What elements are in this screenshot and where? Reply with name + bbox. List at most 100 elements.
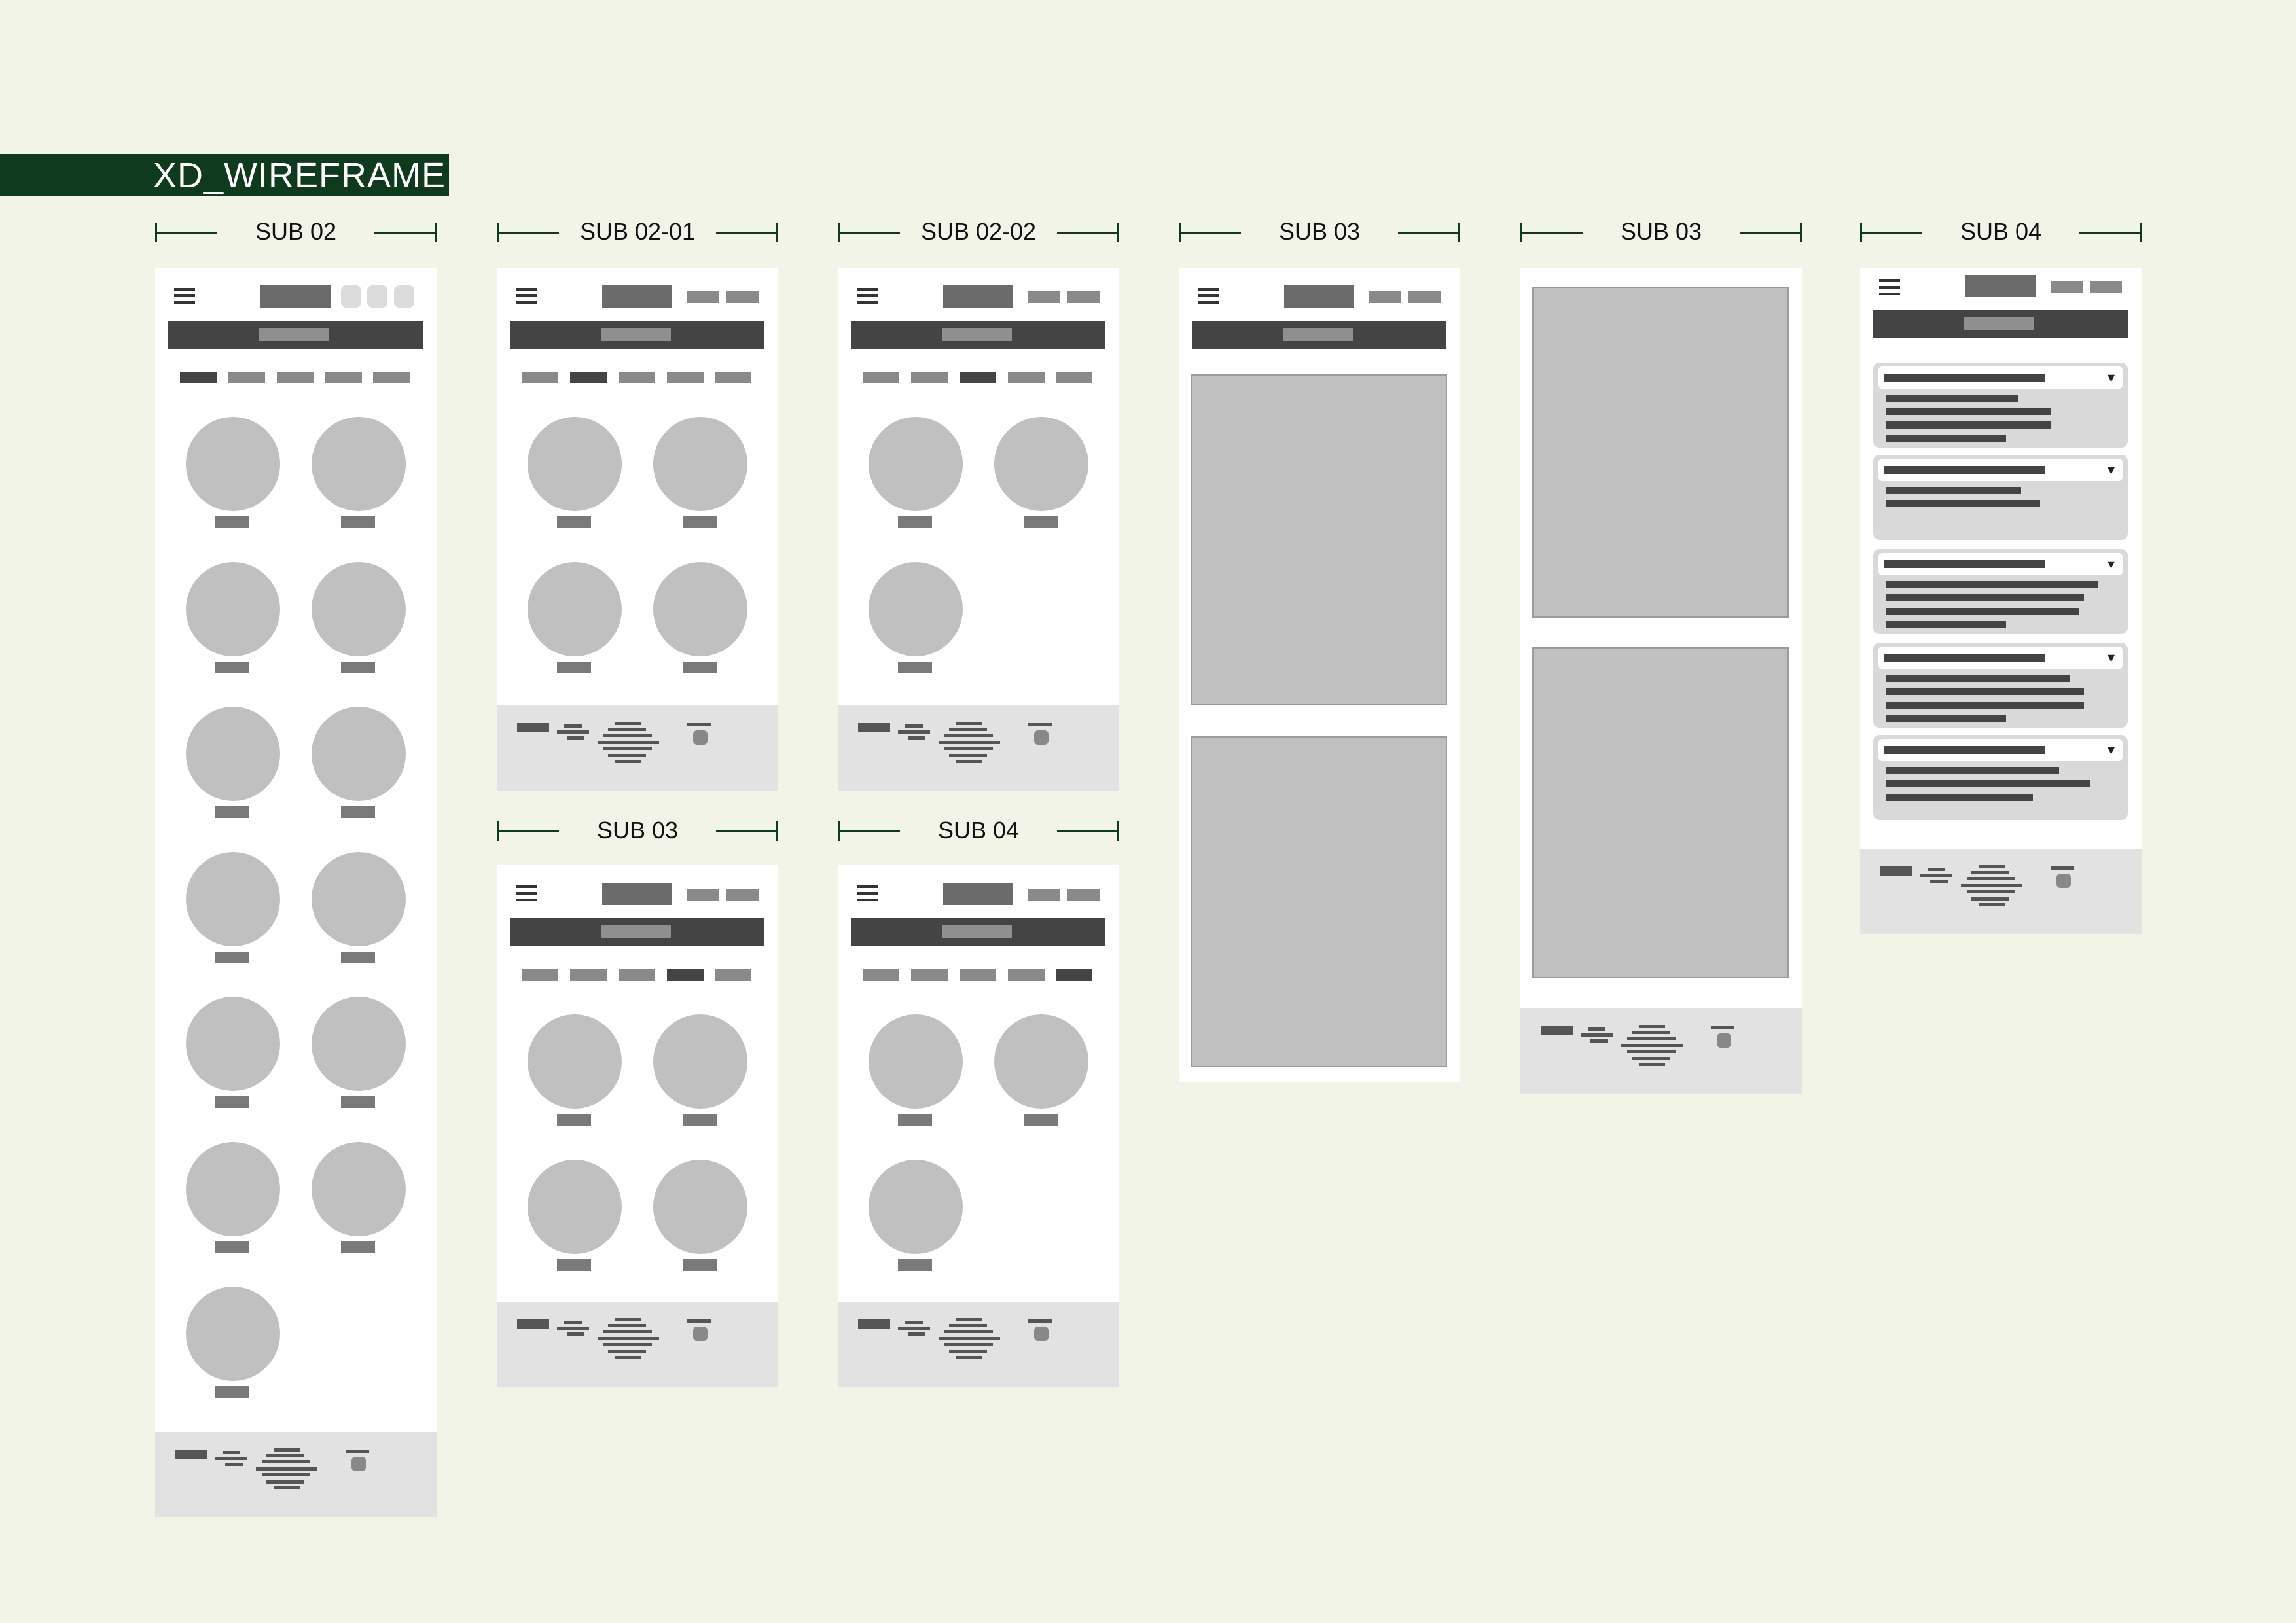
tab-2[interactable]	[570, 969, 607, 981]
accordion-item[interactable]: ▾	[1873, 549, 2128, 634]
gallery-thumbnail[interactable]	[994, 1014, 1088, 1109]
gallery-thumbnail[interactable]	[994, 417, 1088, 511]
tab-2[interactable]	[228, 372, 265, 383]
chevron-down-icon[interactable]: ▾	[2108, 460, 2115, 480]
tab-4[interactable]	[667, 969, 704, 981]
header-link[interactable]	[687, 889, 719, 901]
social-icon[interactable]	[1034, 1327, 1049, 1341]
header-link[interactable]	[1028, 889, 1060, 901]
gallery-thumbnail[interactable]	[186, 997, 280, 1091]
footer-link[interactable]	[564, 724, 582, 728]
gallery-thumbnail[interactable]	[653, 562, 747, 656]
footer-link[interactable]	[1588, 1027, 1605, 1031]
gallery-thumbnail[interactable]	[653, 417, 747, 511]
chevron-down-icon[interactable]: ▾	[2108, 554, 2115, 574]
footer-logo[interactable]	[1880, 866, 1912, 876]
footer-link[interactable]	[905, 724, 923, 728]
gallery-thumbnail[interactable]	[312, 562, 406, 656]
hamburger-icon[interactable]	[857, 288, 878, 304]
footer-link[interactable]	[898, 1327, 930, 1330]
gallery-thumbnail[interactable]	[653, 1014, 747, 1109]
header-link[interactable]	[1028, 291, 1060, 303]
gallery-thumbnail[interactable]	[186, 417, 280, 511]
chevron-down-icon[interactable]: ▾	[2108, 368, 2115, 387]
gallery-thumbnail[interactable]	[528, 1160, 622, 1254]
tab-5[interactable]	[373, 372, 410, 383]
tab-5[interactable]	[1056, 372, 1092, 383]
gallery-thumbnail[interactable]	[528, 1014, 622, 1109]
logo-placeholder[interactable]	[602, 285, 672, 308]
accordion-header[interactable]: ▾	[1878, 366, 2123, 389]
gallery-thumbnail[interactable]	[186, 1287, 280, 1381]
gallery-thumbnail[interactable]	[528, 417, 622, 511]
header-icon-button[interactable]	[367, 285, 387, 308]
footer-link[interactable]	[225, 1463, 243, 1466]
logo-placeholder[interactable]	[1284, 285, 1354, 308]
gallery-thumbnail[interactable]	[869, 1014, 963, 1109]
tab-1[interactable]	[522, 969, 558, 981]
footer-logo[interactable]	[175, 1450, 207, 1459]
header-link[interactable]	[1067, 889, 1100, 901]
footer-link[interactable]	[557, 730, 589, 734]
header-link[interactable]	[726, 889, 759, 901]
accordion-item[interactable]: ▾	[1873, 455, 2128, 540]
footer-link[interactable]	[1590, 1039, 1608, 1043]
tab-4[interactable]	[667, 372, 704, 383]
tab-3[interactable]	[619, 969, 655, 981]
footer-link[interactable]	[564, 1321, 582, 1324]
footer-link[interactable]	[908, 736, 925, 740]
accordion-item[interactable]: ▾	[1873, 735, 2128, 820]
gallery-thumbnail[interactable]	[186, 1142, 280, 1236]
tab-3[interactable]	[960, 372, 996, 383]
gallery-thumbnail[interactable]	[528, 562, 622, 656]
tab-5[interactable]	[715, 372, 751, 383]
footer-link[interactable]	[567, 736, 584, 740]
accordion-header[interactable]: ▾	[1878, 739, 2123, 761]
hamburger-icon[interactable]	[857, 885, 878, 901]
social-icon[interactable]	[693, 730, 708, 745]
gallery-thumbnail[interactable]	[312, 1142, 406, 1236]
hamburger-icon[interactable]	[1198, 288, 1219, 304]
footer-link[interactable]	[908, 1332, 925, 1336]
footer-link[interactable]	[1930, 880, 1948, 883]
social-icon[interactable]	[1717, 1033, 1731, 1048]
accordion-item[interactable]: ▾	[1873, 643, 2128, 728]
hamburger-icon[interactable]	[1879, 279, 1900, 295]
tab-2[interactable]	[911, 969, 948, 981]
logo-placeholder[interactable]	[943, 883, 1013, 905]
footer-link[interactable]	[1581, 1033, 1613, 1037]
footer-link[interactable]	[898, 730, 930, 734]
accordion-header[interactable]: ▾	[1878, 647, 2123, 669]
logo-placeholder[interactable]	[602, 883, 672, 905]
tab-3[interactable]	[277, 372, 314, 383]
social-icon[interactable]	[1034, 730, 1049, 745]
header-link[interactable]	[1369, 291, 1401, 303]
tab-2[interactable]	[911, 372, 948, 383]
gallery-thumbnail[interactable]	[653, 1160, 747, 1254]
header-link[interactable]	[1408, 291, 1441, 303]
header-link[interactable]	[1067, 291, 1100, 303]
tab-1[interactable]	[180, 372, 217, 383]
hamburger-icon[interactable]	[516, 288, 537, 304]
hamburger-icon[interactable]	[174, 288, 195, 304]
tab-2[interactable]	[570, 372, 607, 383]
footer-logo[interactable]	[517, 723, 549, 732]
tab-4[interactable]	[1008, 969, 1045, 981]
footer-logo[interactable]	[858, 723, 890, 732]
logo-placeholder[interactable]	[943, 285, 1013, 308]
header-link[interactable]	[726, 291, 759, 303]
footer-link[interactable]	[223, 1451, 240, 1454]
header-link[interactable]	[2090, 281, 2122, 293]
tab-5[interactable]	[1056, 969, 1092, 981]
gallery-thumbnail[interactable]	[186, 707, 280, 801]
footer-link[interactable]	[215, 1457, 247, 1460]
gallery-thumbnail[interactable]	[869, 417, 963, 511]
tab-4[interactable]	[325, 372, 362, 383]
gallery-thumbnail[interactable]	[186, 852, 280, 946]
gallery-thumbnail[interactable]	[312, 417, 406, 511]
footer-link[interactable]	[1920, 874, 1952, 877]
footer-link[interactable]	[1928, 868, 1945, 871]
social-icon[interactable]	[2056, 874, 2071, 888]
gallery-thumbnail[interactable]	[312, 852, 406, 946]
gallery-thumbnail[interactable]	[869, 1160, 963, 1254]
